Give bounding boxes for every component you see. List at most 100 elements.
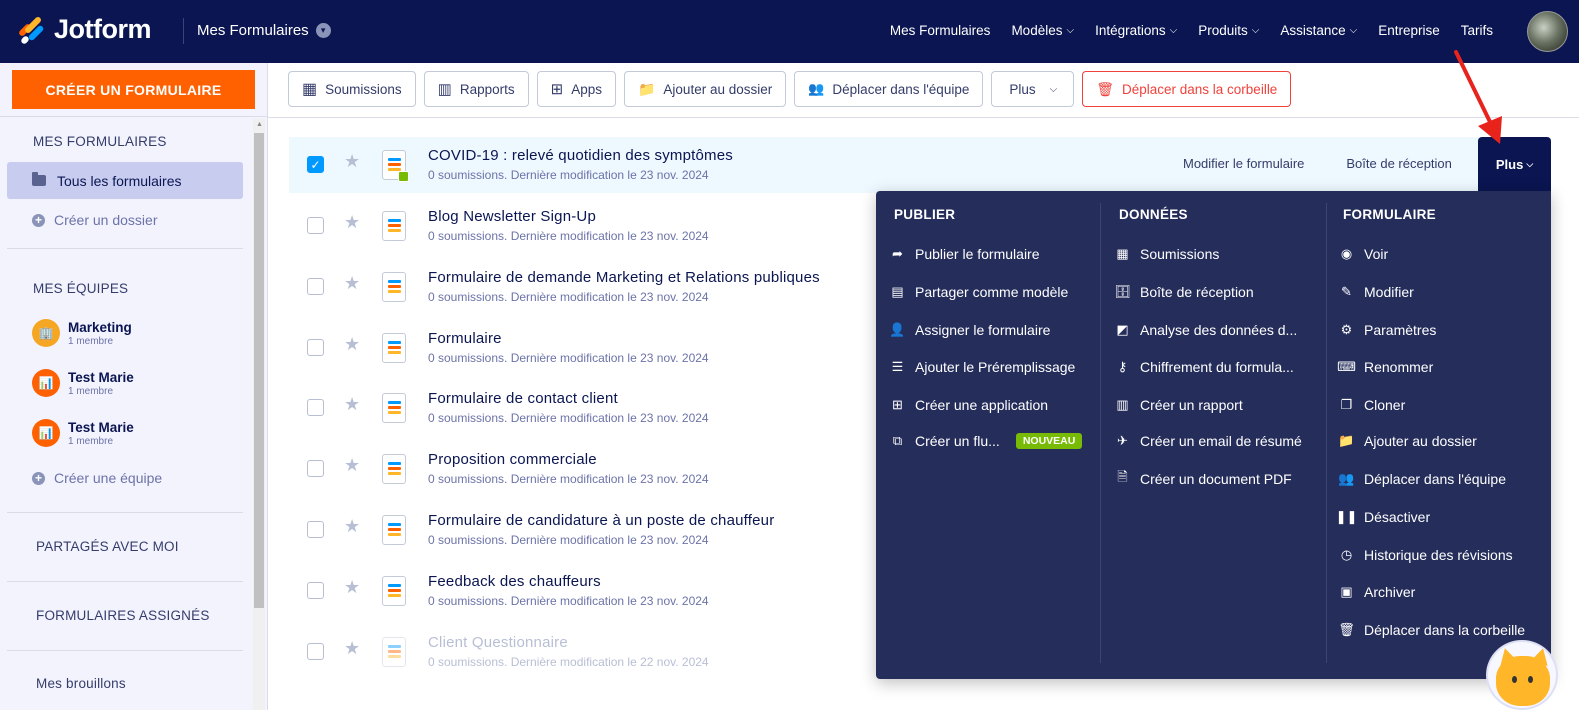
dropdown-item-report[interactable]: ▥ Créer un rapport [1115,397,1242,413]
inbox-link[interactable]: Boîte de réception [1346,156,1452,171]
scrollbar-thumb[interactable] [254,133,264,608]
move-to-trash-button[interactable]: 🗑 Déplacer dans la corbeille [1082,71,1292,107]
reports-button[interactable]: ▥ Rapports [423,71,529,107]
form-title[interactable]: Formulaire de demande Marketing et Relat… [428,269,820,286]
scroll-up-icon[interactable]: ▲ [256,121,263,128]
star-icon[interactable]: ★ [344,577,360,598]
section-title-dropdown[interactable]: Mes Formulaires ▾ [197,22,331,39]
edit-form-link[interactable]: Modifier le formulaire [1183,156,1304,171]
form-icon [382,454,406,484]
star-icon[interactable]: ★ [344,334,360,355]
dropdown-item-send[interactable]: ✈ Créer un email de résumé [1115,433,1302,449]
dropdown-item-workflow[interactable]: ⧉ Créer un flu... NOUVEAU [890,433,1083,449]
form-title[interactable]: Formulaire [428,330,502,347]
apps-button[interactable]: ⊞ Apps [536,71,616,107]
add-to-folder-button[interactable]: 📁 Ajouter au dossier [623,71,787,107]
star-icon[interactable]: ★ [344,273,360,294]
dropdown-item-grid[interactable]: ▦ Soumissions [1115,246,1219,262]
form-title[interactable]: Blog Newsletter Sign-Up [428,208,596,225]
top-navbar: Jotform Mes Formulaires ▾ Mes Formulaire… [0,0,1579,63]
nav-pricing[interactable]: Tarifs [1461,23,1493,38]
dropdown-item-folder-add[interactable]: 📁 Ajouter au dossier [1338,433,1476,449]
dropdown-item-team-move[interactable]: 👥 Déplacer dans l'équipe [1338,471,1506,487]
form-title[interactable]: Formulaire de contact client [428,390,618,407]
sidebar-divider [7,650,243,651]
sidebar-scrollbar[interactable]: ▲ [253,119,265,710]
dropdown-item-edit[interactable]: ✎ Modifier [1339,284,1414,300]
folder-add-icon: 📁 [1338,433,1355,448]
nav-templates[interactable]: Modèles ⌵ [1011,23,1074,38]
row-checkbox[interactable] [307,460,324,477]
dropdown-item-pdf[interactable]: 🗎 Créer un document PDF [1115,469,1291,487]
move-to-team-label: Déplacer dans l'équipe [832,81,970,97]
submissions-button[interactable]: ▦ Soumissions [288,71,416,107]
dropdown-item-app[interactable]: ⊞ Créer une application [890,397,1048,413]
jotform-logo[interactable]: Jotform [16,14,152,45]
dropdown-item-analytics[interactable]: ◩ Analyse des données d... [1115,322,1297,338]
row-checkbox[interactable]: ✓ [307,156,324,173]
row-checkbox[interactable] [307,582,324,599]
nav-support[interactable]: Assistance ⌵ [1280,23,1357,38]
nav-integrations[interactable]: Intégrations ⌵ [1095,23,1177,38]
dropdown-item-label: Assigner le formulaire [915,322,1051,338]
shared-with-me-link[interactable]: PARTAGÉS AVEC MOI [36,539,179,554]
more-dropdown-button[interactable]: Plus ⌵ [991,71,1075,107]
dropdown-item-eye[interactable]: ◉ Voir [1339,246,1388,262]
drafts-link[interactable]: Mes brouillons [36,676,126,691]
dropdown-item-trash[interactable]: 🗑 Déplacer dans la corbeille [1338,622,1526,638]
row-checkbox[interactable] [307,399,324,416]
dropdown-item-rename[interactable]: ⌨ Renommer [1337,359,1433,375]
dropdown-item-history[interactable]: ◷ Historique des révisions [1339,547,1513,563]
dropdown-item-prefill[interactable]: ☰ Ajouter le Préremplissage [890,359,1076,375]
apps-label: Apps [571,81,602,97]
user-avatar[interactable] [1527,11,1568,52]
team-item-test-marie[interactable]: 📊 Test Marie 1 membre [32,369,134,397]
form-title[interactable]: Client Questionnaire [428,634,568,651]
row-checkbox[interactable] [307,521,324,538]
dropdown-item-template[interactable]: ▤ Partager comme modèle [890,284,1068,300]
dropdown-item-key[interactable]: ⚷ Chiffrement du formula... [1115,359,1294,375]
dropdown-item-label: Créer un flu... [915,433,1000,449]
dropdown-item-share-arrow[interactable]: ➦ Publier le formulaire [890,246,1039,262]
row-checkbox[interactable] [307,217,324,234]
row-checkbox[interactable] [307,339,324,356]
sidebar-item-label: Tous les formulaires [57,172,182,189]
create-folder-link[interactable]: + Créer un dossier [32,212,158,228]
star-icon[interactable]: ★ [344,212,360,233]
dropdown-item-inbox[interactable]: 🗄 Boîte de réception [1114,284,1253,300]
row-checkbox[interactable] [307,278,324,295]
brand-name: Jotform [54,14,152,44]
dropdown-item-assign-user[interactable]: 👤 Assigner le formulaire [889,322,1051,338]
create-form-button[interactable]: CRÉER UN FORMULAIRE [12,70,255,109]
star-icon[interactable]: ★ [344,638,360,659]
dropdown-item-pause[interactable]: ❚❚ Désactiver [1336,509,1431,525]
team-item-marketing[interactable]: 🏢 Marketing 1 membre [32,319,132,347]
dropdown-item-archive[interactable]: ▣ Archiver [1339,584,1415,600]
assigned-forms-link[interactable]: FORMULAIRES ASSIGNÉS [36,608,210,623]
assistant-mascot-button[interactable] [1486,640,1558,710]
star-icon[interactable]: ★ [344,151,360,172]
dropdown-item-label: Archiver [1364,584,1416,600]
form-icon [382,393,406,423]
create-team-link[interactable]: + Créer une équipe [32,470,162,486]
form-title[interactable]: Feedback des chauffeurs [428,573,601,590]
move-to-team-button[interactable]: 👥 Déplacer dans l'équipe [794,71,984,107]
nav-products[interactable]: Produits ⌵ [1198,23,1259,38]
form-title[interactable]: Proposition commerciale [428,451,597,468]
star-icon[interactable]: ★ [344,516,360,537]
archive-icon: ▣ [1340,584,1353,599]
sidebar-item-all-forms[interactable]: Tous les formulaires [7,162,243,199]
dropdown-item-clone[interactable]: ❐ Cloner [1339,397,1406,413]
team-item-test-marie-2[interactable]: 📊 Test Marie 1 membre [32,419,134,447]
star-icon[interactable]: ★ [344,394,360,415]
row-checkbox[interactable] [307,643,324,660]
form-icon [382,272,406,302]
dropdown-item-gear[interactable]: ⚙ Paramètres [1339,322,1437,338]
dropdown-item-label: Déplacer dans la corbeille [1364,622,1526,638]
form-title[interactable]: COVID-19 : relevé quotidien des symptôme… [428,147,733,164]
nav-enterprise[interactable]: Entreprise [1378,23,1440,38]
nav-my-forms[interactable]: Mes Formulaires [890,23,991,38]
form-title[interactable]: Formulaire de candidature à un poste de … [428,512,774,529]
star-icon[interactable]: ★ [344,455,360,476]
edit-icon: ✎ [1341,284,1352,299]
